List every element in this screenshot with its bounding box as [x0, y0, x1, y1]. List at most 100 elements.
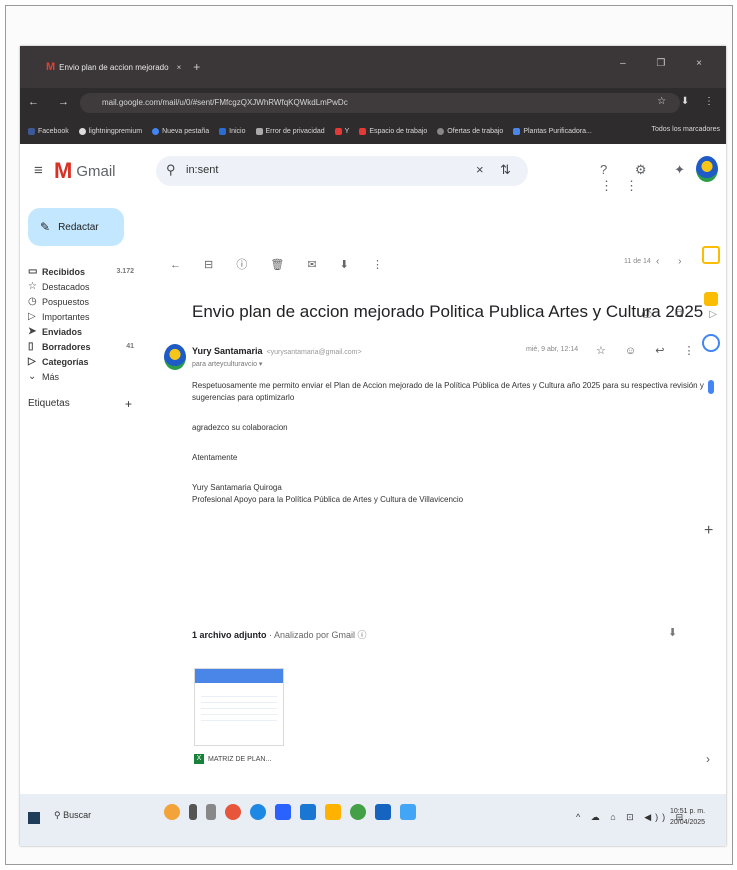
message-toolbar[interactable]: ← ⊟ ⓘ 🗑 ✉ ⬇ ⋮: [170, 256, 393, 272]
firefox-icon[interactable]: [225, 804, 241, 820]
sidebar-item-snoozed[interactable]: ◷ Pospuestos: [28, 294, 146, 309]
windows-start-icon[interactable]: [28, 812, 40, 824]
pagination-nav[interactable]: ‹ ›: [656, 256, 689, 267]
windows-taskbar: ⚲ Buscar ^ ☁ ⌂ ⊡ ◀)) ⊟ 10:51 p. m. 20/04…: [20, 794, 726, 846]
chevron-down-icon: ⌄: [28, 371, 37, 382]
email-subject: Envio plan de accion mejorado Politica P…: [192, 302, 717, 321]
bookmark-icon: [513, 127, 521, 135]
download-all-icon[interactable]: ⬇: [668, 626, 677, 639]
sender-line: Yury Santamaria <yurysantamaria@gmail.com…: [192, 346, 362, 356]
store-icon[interactable]: [275, 804, 291, 820]
browser-tab-bar: M Envio plan de accion mejorado × + – ❐ …: [20, 46, 726, 88]
search-bar[interactable]: ⚲ in:sent × ⇅: [156, 156, 528, 186]
tasks-icon[interactable]: [702, 334, 720, 352]
sidebar-item-inbox[interactable]: ▭ Recibidos 3.172: [28, 264, 146, 279]
clock-date: 20/04/2025: [670, 819, 706, 826]
sidebar-item-more[interactable]: ⌄ Más: [28, 369, 146, 384]
search-input[interactable]: in:sent: [186, 164, 218, 176]
home-icon: [219, 127, 227, 135]
browser-actions[interactable]: ☆ ⬇ ⋮: [657, 96, 720, 107]
attachment-filename[interactable]: X MATRIZ DE PLAN...: [194, 754, 271, 764]
photos-icon[interactable]: [400, 804, 416, 820]
bookmark-item[interactable]: Facebook: [28, 127, 69, 135]
bookmark-item[interactable]: Espacio de trabajo: [359, 127, 427, 135]
tab-title: Envio plan de accion mejorado: [59, 62, 169, 72]
email-date: mié, 9 abr, 12:14: [526, 346, 579, 353]
body-paragraph: Atentamente: [192, 453, 238, 462]
bookmark-item[interactable]: Ofertas de trabajo: [437, 127, 503, 135]
gmail-logo[interactable]: M Gmail: [54, 158, 116, 184]
chrome-icon: [152, 127, 160, 135]
sidebar-item-sent[interactable]: ➤ Enviados: [28, 324, 146, 339]
bookmark-item[interactable]: lightningpremium: [78, 127, 142, 135]
bookmark-item[interactable]: Y: [334, 127, 349, 135]
signature-line: Profesional Apoyo para la Política Públi…: [192, 495, 464, 504]
sender-name: Yury Santamaria: [192, 346, 263, 356]
pagination-info: 11 de 14: [624, 258, 651, 265]
bookmark-icon: [359, 127, 367, 135]
all-bookmarks[interactable]: Todos los marcadores: [652, 126, 720, 133]
search-icon[interactable]: ⚲: [166, 162, 176, 178]
gmail-header: ≡ M Gmail ⚲ in:sent × ⇅ ? ⚙ ✦ ⋮⋮: [20, 144, 726, 198]
bookmark-item[interactable]: Error de privacidad: [255, 127, 325, 135]
task-view-icon[interactable]: [189, 804, 197, 820]
sidebar-item-drafts[interactable]: ▯ Borradores 41: [28, 339, 146, 354]
sender-email: <yurysantamaria@gmail.com>: [266, 349, 362, 356]
sidebar-item-important[interactable]: ▷ Importantes: [28, 309, 146, 324]
sidebar-item-starred[interactable]: ☆ Destacados: [28, 279, 146, 294]
url-field[interactable]: mail.google.com/mail/u/0/#sent/FMfcgzQXJ…: [80, 93, 680, 113]
message-actions[interactable]: ☆ ☺ ↩ ⋮: [596, 344, 702, 357]
star-icon: ☆: [28, 281, 37, 292]
gmail-logo-icon: M: [54, 158, 73, 183]
thumbnail-header: [195, 669, 283, 683]
clear-search-icon[interactable]: ×: [476, 162, 484, 177]
gmail-favicon-icon: M: [46, 61, 56, 73]
print-and-open-icons[interactable]: ⎙ ⧉: [642, 306, 694, 321]
search-options-icon[interactable]: ⇅: [500, 162, 511, 178]
sidebar-item-categories[interactable]: ▷ Categorías: [28, 354, 146, 369]
main-menu-icon[interactable]: ≡: [34, 162, 43, 179]
inbox-icon: ▭: [28, 266, 38, 277]
app-icon[interactable]: [206, 804, 216, 820]
email-body: Respetuosamente me permito enviar el Pla…: [192, 380, 712, 506]
globe-icon: [78, 127, 86, 135]
bookmark-item[interactable]: Inicio: [219, 127, 246, 135]
window-controls[interactable]: – ❐ ×: [620, 58, 716, 69]
tab-close-icon[interactable]: ×: [177, 63, 182, 72]
contacts-icon[interactable]: [708, 380, 714, 394]
add-label-button[interactable]: +: [125, 397, 132, 411]
clock-icon: ◷: [28, 296, 37, 307]
app-icon[interactable]: [300, 804, 316, 820]
thumbnail-rows: [201, 691, 277, 721]
compose-label: Redactar: [58, 221, 99, 233]
draft-count: 41: [126, 343, 134, 350]
compose-button[interactable]: ✎ Redactar: [28, 208, 124, 246]
labels-section: Etiquetas +: [28, 397, 146, 411]
new-tab-button[interactable]: +: [193, 60, 200, 74]
keep-icon[interactable]: [704, 292, 718, 306]
expand-panel-icon[interactable]: ›: [706, 752, 710, 766]
bookmark-item[interactable]: Nueva pestaña: [152, 127, 209, 135]
calendar-icon[interactable]: [702, 246, 720, 264]
category-icon: ▷: [28, 356, 36, 367]
taskbar-clock[interactable]: 10:51 p. m. 20/04/2025: [670, 806, 705, 828]
chrome-icon[interactable]: [350, 804, 366, 820]
account-avatar[interactable]: [696, 156, 718, 182]
address-bar-row: ← → C mail.google.com/mail/u/0/#sent/FMf…: [20, 88, 726, 118]
side-panel-rail: [696, 246, 726, 422]
add-addon-button[interactable]: +: [704, 522, 713, 540]
screen: M Envio plan de accion mejorado × + – ❐ …: [20, 46, 726, 846]
file-explorer-icon[interactable]: [325, 804, 341, 820]
widget-icon[interactable]: [164, 804, 180, 820]
recipient-details[interactable]: para arteyculturavcio ▾: [192, 360, 262, 368]
warning-icon: [255, 127, 263, 135]
bookmark-item[interactable]: Plantas Purificadora...: [513, 127, 592, 135]
signature-line: Yury Santamaria Quiroga: [192, 483, 282, 492]
edge-icon[interactable]: [250, 804, 266, 820]
taskbar-apps: [164, 804, 425, 820]
taskbar-search[interactable]: ⚲ Buscar: [54, 810, 91, 821]
browser-tab[interactable]: M Envio plan de accion mejorado × +: [46, 56, 200, 78]
unread-count: 3.172: [116, 268, 134, 275]
attachment-thumbnail[interactable]: [194, 668, 284, 746]
word-icon[interactable]: [375, 804, 391, 820]
